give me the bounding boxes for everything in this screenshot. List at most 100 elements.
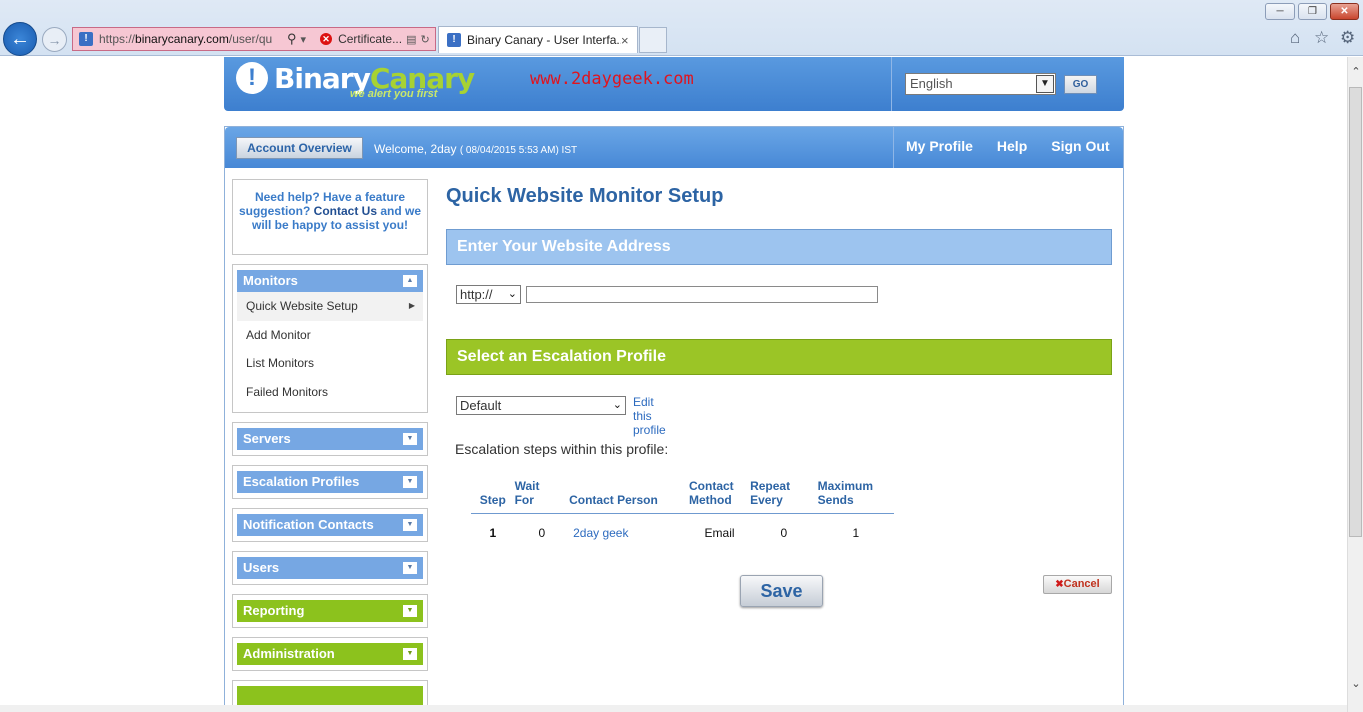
tab-favicon-icon: ! <box>447 33 461 47</box>
sidebar-group-users: Users ▼ <box>232 550 428 585</box>
col-wait-for: Wait For <box>514 479 570 514</box>
window-restore-button[interactable]: ❐ <box>1298 3 1327 20</box>
sidebar-item-quick-website-setup[interactable]: Quick Website Setup ▶ <box>237 292 423 321</box>
expand-down-icon[interactable]: ▼ <box>403 561 417 574</box>
arrow-left-icon: ← <box>10 27 30 50</box>
contact-person-link[interactable]: 2day geek <box>569 514 689 540</box>
table-header-row: Step Wait For Contact Person Contact Metho… <box>471 479 894 514</box>
save-button[interactable]: Save <box>740 575 823 607</box>
sidebar-group-monitors: Monitors ▲ Quick Website Setup ▶ Add Moni… <box>232 264 428 413</box>
sidebar-head-reporting[interactable]: Reporting ▼ <box>237 599 423 622</box>
expand-down-icon[interactable]: ▼ <box>403 475 417 488</box>
col-contact-method: Contact Method <box>689 479 751 514</box>
account-topbar: Account Overview Welcome, 2day ( 08/04/2… <box>225 127 1123 168</box>
site-header: ! Binary Canary we alert you first www.2d… <box>224 57 1124 111</box>
settings-gear-icon[interactable]: ⚙ <box>1340 28 1355 48</box>
sidebar: Need help? Have a feature suggestion? Co… <box>232 179 428 712</box>
sidebar-head-users[interactable]: Users ▼ <box>237 556 423 579</box>
scroll-up-arrow-icon[interactable]: ⌃ <box>1348 65 1363 78</box>
top-navigation: My Profile Help Sign Out <box>893 127 1122 168</box>
expand-down-icon[interactable]: ▼ <box>403 604 417 617</box>
cancel-x-icon: ✖ <box>1055 579 1064 590</box>
collapse-up-icon[interactable]: ▲ <box>403 275 417 287</box>
main-panel: Account Overview Welcome, 2day ( 08/04/2… <box>224 126 1124 712</box>
language-select[interactable]: English ▼ <box>905 73 1056 95</box>
col-step: Step <box>471 479 515 514</box>
sidebar-group-notification-contacts: Notification Contacts ▼ <box>232 507 428 542</box>
sidebar-item-list-monitors[interactable]: List Monitors <box>237 349 423 378</box>
page-title: Quick Website Monitor Setup <box>446 185 724 207</box>
section-header-escalation: Select an Escalation Profile <box>446 339 1112 375</box>
protocol-select[interactable]: http:// ⌄ <box>456 285 521 304</box>
tab-title: Binary Canary - User Interfa... <box>467 33 621 47</box>
new-tab-button[interactable] <box>639 27 667 53</box>
expand-down-icon[interactable]: ▼ <box>403 647 417 660</box>
arrow-right-icon: → <box>47 31 62 48</box>
welcome-message: Welcome, 2day ( 08/04/2015 5:53 AM) IST <box>374 142 578 156</box>
tab-close-icon[interactable]: × <box>621 33 629 48</box>
table-row: 1 0 2day geek Email 0 1 <box>471 514 894 540</box>
sidebar-group-escalation-profiles: Escalation Profiles ▼ <box>232 464 428 499</box>
browser-tab-active[interactable]: ! Binary Canary - User Interfa... × <box>438 26 638 53</box>
account-overview-button[interactable]: Account Overview <box>236 137 363 159</box>
logo-bird-icon: ! <box>236 62 268 94</box>
sidebar-head-monitors[interactable]: Monitors ▲ <box>237 270 423 292</box>
language-value: English <box>910 76 953 91</box>
back-button[interactable]: ← <box>3 22 37 56</box>
logo-tagline: we alert you first <box>350 88 438 100</box>
expand-down-icon[interactable]: ▼ <box>403 518 417 531</box>
window-minimize-button[interactable]: ─ <box>1265 3 1295 20</box>
chevron-down-icon: ⌄ <box>612 399 622 411</box>
certificate-error-label[interactable]: Certificate... <box>338 32 402 46</box>
favorites-star-icon[interactable]: ☆ <box>1314 28 1329 48</box>
expand-down-icon[interactable]: ▼ <box>403 432 417 445</box>
scroll-thumb[interactable] <box>1349 87 1362 537</box>
cell-repeat: 0 <box>780 526 788 540</box>
cell-step: 1 <box>489 526 497 540</box>
sidebar-group-administration: Administration ▼ <box>232 636 428 671</box>
cancel-button[interactable]: ✖Cancel <box>1043 575 1112 594</box>
window-close-button[interactable]: ✕ <box>1330 3 1359 20</box>
caret-right-icon: ▶ <box>408 301 415 310</box>
col-repeat-every: Repeat Every <box>750 479 818 514</box>
forward-button[interactable]: → <box>42 27 67 52</box>
url-text[interactable]: https://binarycanary.com/user/qu <box>99 32 285 46</box>
edit-profile-link[interactable]: Edit this profile <box>633 395 666 437</box>
scroll-down-arrow-icon[interactable]: ⌄ <box>1348 677 1363 690</box>
status-bar <box>0 705 1347 712</box>
cell-wait: 0 <box>538 526 546 540</box>
chevron-down-icon: ⌄ <box>507 288 517 300</box>
compat-view-icon[interactable]: ▤ <box>406 33 416 46</box>
escalation-steps-table: Step Wait For Contact Person Contact Metho… <box>471 479 894 540</box>
my-profile-link[interactable]: My Profile <box>894 127 985 168</box>
sidebar-head-administration[interactable]: Administration ▼ <box>237 642 423 665</box>
login-timestamp: ( 08/04/2015 5:53 AM) IST <box>459 145 578 156</box>
search-icon[interactable]: ⚲ <box>287 31 297 47</box>
sidebar-head-notification-contacts[interactable]: Notification Contacts ▼ <box>237 513 423 536</box>
sidebar-head-escalation-profiles[interactable]: Escalation Profiles ▼ <box>237 470 423 493</box>
site-favicon-icon: ! <box>79 32 93 46</box>
website-url-input[interactable] <box>526 286 878 303</box>
escalation-profile-select[interactable]: Default ⌄ <box>456 396 626 415</box>
section-header-website: Enter Your Website Address <box>446 229 1112 265</box>
sidebar-head-servers[interactable]: Servers ▼ <box>237 427 423 450</box>
help-link[interactable]: Help <box>985 127 1039 168</box>
dropdown-arrow-icon[interactable]: ▾ <box>301 33 307 46</box>
col-maximum-sends: Maximum Sends <box>817 479 894 514</box>
vertical-scrollbar[interactable]: ⌃ ⌄ <box>1347 57 1363 712</box>
address-bar[interactable]: ! https://binarycanary.com/user/qu ⚲ ▾ ✕… <box>72 27 436 51</box>
certificate-error-icon[interactable]: ✕ <box>320 33 333 45</box>
home-icon[interactable]: ⌂ <box>1290 28 1300 48</box>
browser-chrome: ← → ! https://binarycanary.com/user/qu ⚲… <box>0 0 1363 56</box>
sidebar-item-add-monitor[interactable]: Add Monitor <box>237 321 423 350</box>
col-contact-person: Contact Person <box>569 479 690 514</box>
refresh-icon[interactable]: ↻ <box>421 33 430 46</box>
sign-out-link[interactable]: Sign Out <box>1039 127 1121 168</box>
cell-method: Email <box>704 526 735 540</box>
escalation-steps-label: Escalation steps within this profile: <box>455 441 669 457</box>
language-area: English ▼ GO <box>891 57 1124 111</box>
language-go-button[interactable]: GO <box>1064 75 1097 94</box>
sidebar-group-servers: Servers ▼ <box>232 421 428 456</box>
sidebar-item-failed-monitors[interactable]: Failed Monitors <box>237 378 423 407</box>
contact-us-link[interactable]: Contact Us <box>314 204 377 218</box>
